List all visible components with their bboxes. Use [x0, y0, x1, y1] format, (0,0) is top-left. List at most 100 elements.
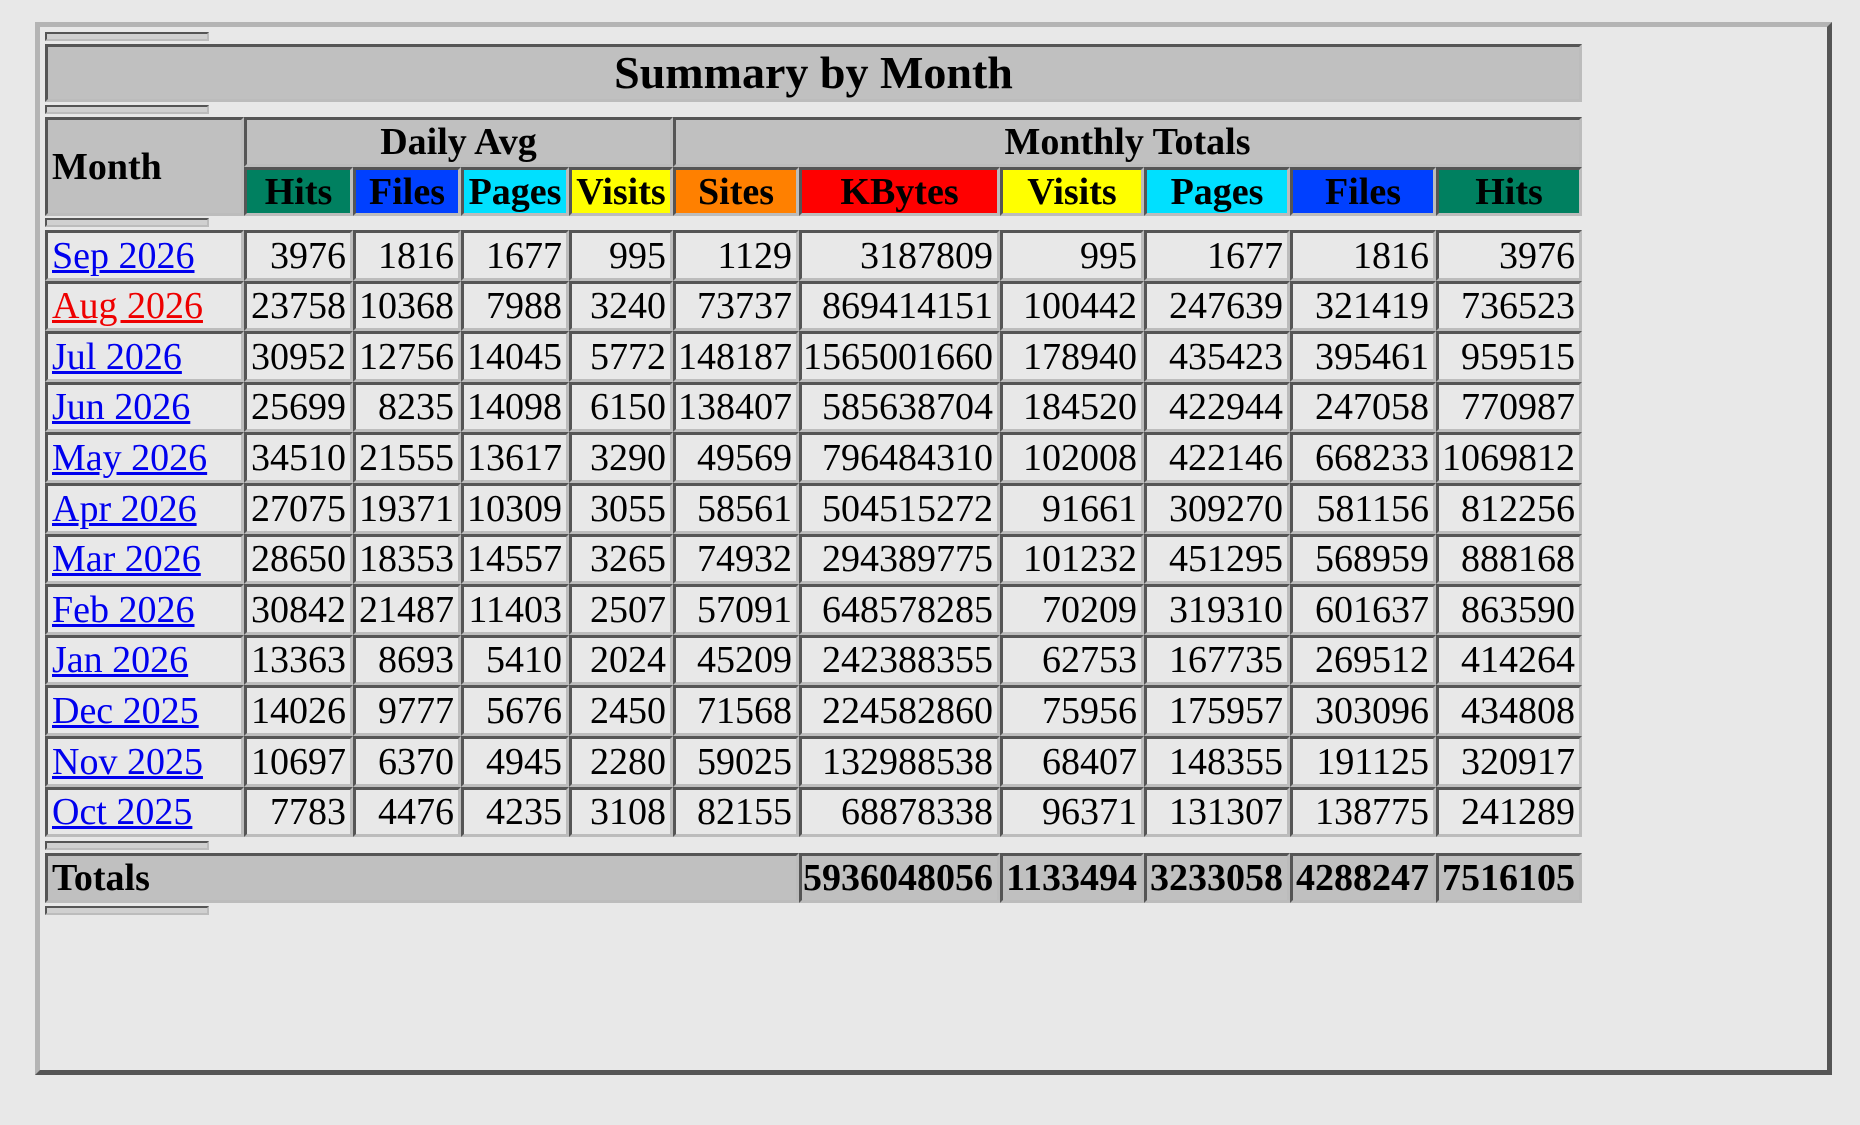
monthly-visits-header: Visits	[1000, 167, 1144, 216]
table-cell: 82155	[673, 787, 799, 837]
table-cell: 148187	[673, 331, 799, 382]
table-row-month: May 2026	[45, 432, 244, 483]
month-link[interactable]: Dec 2025	[52, 692, 199, 730]
table-cell: 131307	[1144, 787, 1290, 837]
table-cell: 14557	[461, 534, 569, 584]
table-cell: 70209	[1000, 584, 1144, 635]
table-row-month: Nov 2025	[45, 736, 244, 787]
table-cell: 4476	[353, 787, 461, 837]
table-cell: 178940	[1000, 331, 1144, 382]
totals-cell: 4288247	[1290, 853, 1436, 903]
table-cell: 14026	[244, 685, 353, 736]
table-cell: 102008	[1000, 432, 1144, 483]
table-cell: 2280	[569, 736, 673, 787]
table-row-month: Oct 2025	[45, 787, 244, 837]
table-cell: 648578285	[799, 584, 1000, 635]
totals-cell: 5936048056	[799, 853, 1000, 903]
month-link[interactable]: Apr 2026	[52, 490, 197, 528]
monthly-sites-header: Sites	[673, 167, 799, 216]
table-cell: 68407	[1000, 736, 1144, 787]
month-link[interactable]: Nov 2025	[52, 743, 203, 781]
page-title: Summary by Month	[45, 44, 1582, 102]
table-cell: 13363	[244, 635, 353, 685]
daily-visits-header: Visits	[569, 167, 673, 216]
month-link[interactable]: Jun 2026	[52, 388, 190, 426]
table-cell: 5676	[461, 685, 569, 736]
table-cell: 1069812	[1436, 432, 1582, 483]
table-cell: 959515	[1436, 331, 1582, 382]
table-cell: 7988	[461, 281, 569, 331]
table-cell: 3240	[569, 281, 673, 331]
month-header: Month	[45, 117, 244, 216]
table-cell: 175957	[1144, 685, 1290, 736]
table-cell: 1565001660	[799, 331, 1000, 382]
table-cell: 11403	[461, 584, 569, 635]
summary-by-month-panel: Summary by Month Month Daily Avg Monthly To…	[35, 22, 1832, 1075]
table-cell: 8693	[353, 635, 461, 685]
table-cell: 770987	[1436, 382, 1582, 432]
month-link[interactable]: Sep 2026	[52, 237, 195, 275]
table-cell: 101232	[1000, 534, 1144, 584]
table-cell: 3976	[1436, 230, 1582, 281]
table-cell: 167735	[1144, 635, 1290, 685]
totals-cell: 3233058	[1144, 853, 1290, 903]
table-cell: 25699	[244, 382, 353, 432]
table-cell: 3265	[569, 534, 673, 584]
table-row-month: Apr 2026	[45, 483, 244, 534]
table-cell: 1677	[1144, 230, 1290, 281]
table-cell: 995	[569, 230, 673, 281]
month-link[interactable]: Jul 2026	[52, 338, 182, 376]
totals-cell: 7516105	[1436, 853, 1582, 903]
table-cell: 6150	[569, 382, 673, 432]
table-cell: 863590	[1436, 584, 1582, 635]
table-cell: 3055	[569, 483, 673, 534]
table-cell: 504515272	[799, 483, 1000, 534]
table-cell: 6370	[353, 736, 461, 787]
table-cell: 247639	[1144, 281, 1290, 331]
table-cell: 68878338	[799, 787, 1000, 837]
table-cell: 10697	[244, 736, 353, 787]
table-cell: 1816	[353, 230, 461, 281]
table-cell: 18353	[353, 534, 461, 584]
table-row-month: Sep 2026	[45, 230, 244, 281]
table-cell: 10368	[353, 281, 461, 331]
table-cell: 21487	[353, 584, 461, 635]
table-cell: 581156	[1290, 483, 1436, 534]
table-cell: 995	[1000, 230, 1144, 281]
table-cell: 45209	[673, 635, 799, 685]
monthly-totals-header: Monthly Totals	[673, 117, 1582, 167]
table-cell: 5772	[569, 331, 673, 382]
table-cell: 57091	[673, 584, 799, 635]
table-cell: 395461	[1290, 331, 1436, 382]
table-row-month: Mar 2026	[45, 534, 244, 584]
table-cell: 303096	[1290, 685, 1436, 736]
table-cell: 1129	[673, 230, 799, 281]
month-link[interactable]: Feb 2026	[52, 591, 195, 629]
table-cell: 668233	[1290, 432, 1436, 483]
daily-files-header: Files	[353, 167, 461, 216]
table-cell: 247058	[1290, 382, 1436, 432]
table-cell: 27075	[244, 483, 353, 534]
month-link[interactable]: Oct 2025	[52, 793, 192, 831]
table-cell: 451295	[1144, 534, 1290, 584]
month-link[interactable]: Aug 2026	[52, 287, 203, 325]
table-cell: 10309	[461, 483, 569, 534]
table-cell: 30952	[244, 331, 353, 382]
table-row-month: Jul 2026	[45, 331, 244, 382]
table-cell: 9777	[353, 685, 461, 736]
table-cell: 321419	[1290, 281, 1436, 331]
table-cell: 269512	[1290, 635, 1436, 685]
month-link[interactable]: Mar 2026	[52, 540, 201, 578]
table-cell: 58561	[673, 483, 799, 534]
table-cell: 4235	[461, 787, 569, 837]
table-cell: 100442	[1000, 281, 1144, 331]
spacer-before-totals	[45, 841, 209, 850]
month-link[interactable]: Jan 2026	[52, 641, 188, 679]
table-cell: 320917	[1436, 736, 1582, 787]
table-row-month: Feb 2026	[45, 584, 244, 635]
daily-pages-header: Pages	[461, 167, 569, 216]
month-link[interactable]: May 2026	[52, 439, 207, 477]
table-cell: 812256	[1436, 483, 1582, 534]
spacer-after-title	[45, 105, 209, 114]
table-cell: 21555	[353, 432, 461, 483]
